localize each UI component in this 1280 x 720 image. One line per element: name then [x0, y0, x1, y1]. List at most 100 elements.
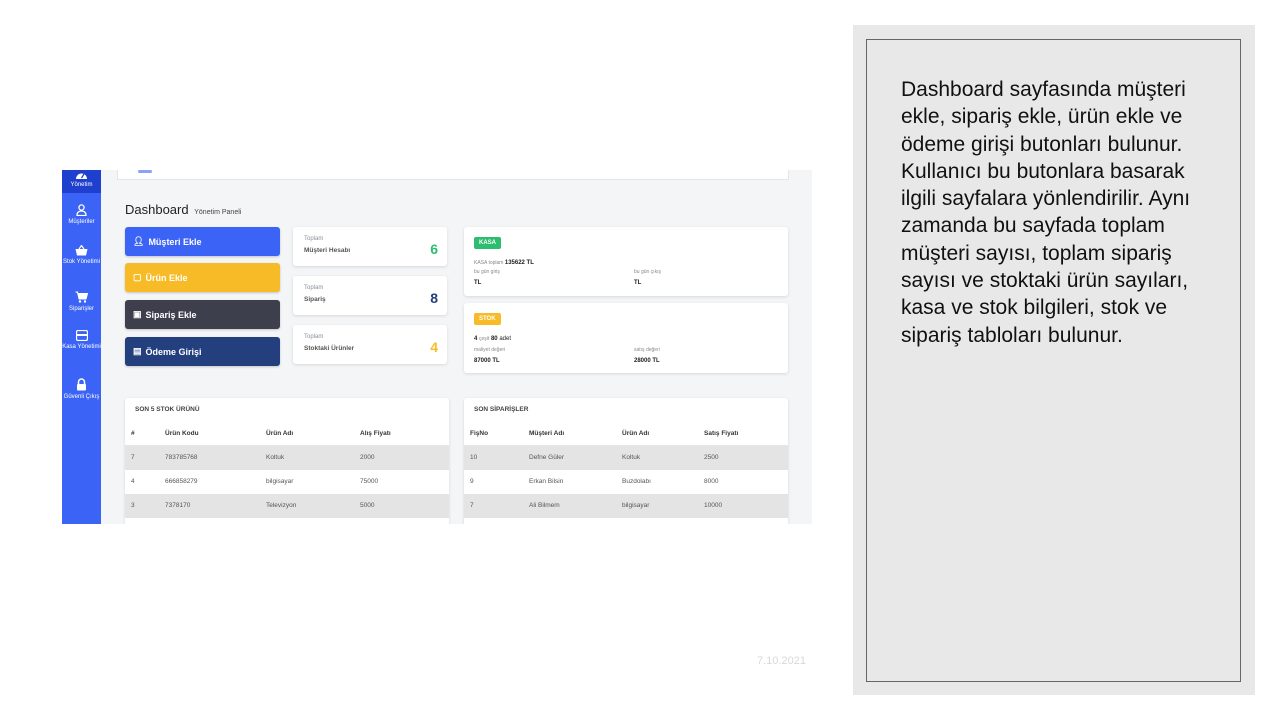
add-product-button[interactable]: ▢ Ürün Ekle — [125, 263, 280, 292]
sidebar-item-siparisler[interactable]: Siparişler — [62, 291, 101, 313]
table-cell: 9 — [470, 478, 474, 485]
table-cell: Buzdolabı — [622, 478, 651, 485]
sidebar-item-label: Siparişler — [68, 306, 94, 312]
table-row[interactable]: 7 Ali Bilmem bilgisayar 10000 — [464, 494, 788, 518]
column-header: Alış Fiyatı — [360, 430, 391, 437]
sidebar-item-label: Müşteriler — [68, 219, 95, 225]
table-cell: Defne Güler — [529, 454, 565, 461]
stat-card-customers: Toplam Müşteri Hesabı 6 — [293, 227, 447, 266]
table-cell: 3 — [131, 502, 135, 509]
kasa-total: 135622 TL — [504, 260, 534, 266]
top-navbar — [117, 170, 789, 180]
column-header: # — [131, 430, 135, 437]
orders-table-title: SON SİPARİŞLER — [474, 406, 529, 413]
orders-table: SON SİPARİŞLER FişNo Müşteri Adı Ürün Ad… — [464, 398, 788, 524]
stat-title: Stoktaki Ürünler — [304, 345, 355, 352]
page-title-text: Dashboard — [125, 202, 189, 217]
menu-toggle-icon[interactable] — [138, 170, 152, 173]
stok-card: STOK 4 çeşit 80 adet maliyet değeri 8700… — [464, 303, 788, 373]
basket-icon: ▢ — [133, 272, 142, 282]
stat-value: 6 — [430, 241, 438, 257]
sidebar-item-yonetim[interactable]: Yönetim — [62, 170, 101, 193]
table-row[interactable]: 3 7378170 Televizyon 5000 — [125, 494, 449, 518]
table-header-row: FişNo Müşteri Adı Ürün Adı Satış Fiyatı — [464, 422, 788, 446]
sidebar-item-musteriler[interactable]: Müşteriler — [62, 204, 101, 226]
stok-count-mid: çeşit — [479, 336, 490, 342]
sidebar-item-label: Güvenli Çıkış — [63, 394, 100, 400]
column-header: Müşteri Adı — [529, 430, 565, 437]
stok-sale-value: 28000 TL — [634, 358, 660, 364]
sidebar-item-label: Yönetim — [70, 182, 93, 188]
sidebar-item-label: Kasa Yönetimi — [62, 344, 101, 350]
stok-qty: 80 — [490, 336, 498, 342]
table-cell: 2000 — [360, 454, 375, 461]
slide-date: 7.10.2021 — [757, 655, 806, 667]
table-cell: Erkan Bilsin — [529, 478, 564, 485]
cart-icon: ▣ — [133, 309, 142, 319]
kasa-card: KASA KASA toplam 135622 TL bu gün giriş … — [464, 227, 788, 296]
table-cell: bilgisayar — [266, 478, 294, 485]
lock-icon — [77, 378, 86, 391]
table-row[interactable]: 10 Defne Güler Koltuk 2500 — [464, 446, 788, 470]
add-customer-button[interactable]: 👤︎ Müşteri Ekle — [125, 227, 280, 256]
table-cell: 666858279 — [165, 478, 198, 485]
stok-sale-label: satış değeri — [634, 347, 660, 353]
stat-label: Toplam — [304, 285, 324, 291]
column-header: FişNo — [470, 430, 489, 437]
kasa-total-line: KASA toplam 135622 TL — [474, 260, 534, 266]
stok-count-line: 4 çeşit 80 adet — [474, 336, 511, 342]
stok-qty-unit: adet — [499, 336, 512, 342]
table-cell: 10 — [470, 454, 478, 461]
wallet-icon — [75, 330, 88, 341]
column-header: Satış Fiyatı — [704, 430, 739, 437]
table-row[interactable]: 4 666858279 bilgisayar 75000 — [125, 470, 449, 494]
payment-entry-button[interactable]: ▤ Ödeme Girişi — [125, 337, 280, 366]
table-cell: Koltuk — [622, 454, 641, 461]
stat-card-stock: Toplam Stoktaki Ürünler 4 — [293, 325, 447, 364]
kasa-in-label: bu gün giriş — [474, 269, 500, 275]
add-product-label: Ürün Ekle — [145, 272, 188, 283]
payment-entry-label: Ödeme Girişi — [145, 346, 202, 357]
table-cell: 7378170 — [165, 502, 191, 509]
sidebar-item-label: Stok Yönetimi — [63, 259, 100, 265]
dashboard-icon — [76, 173, 87, 179]
sidebar-item-stok[interactable]: Stok Yönetimi — [62, 245, 101, 266]
table-cell: 75000 — [360, 478, 379, 485]
stok-cost-label: maliyet değeri — [474, 347, 506, 353]
stock-table: SON 5 STOK ÜRÜNÜ # Ürün Kodu Ürün Adı Al… — [125, 398, 449, 524]
stok-cost-value: 87000 TL — [474, 358, 500, 364]
sidebar-item-kasa[interactable]: Kasa Yönetimi — [62, 330, 101, 351]
sidebar: Yönetim Müşteriler Stok Yönetimi Sipariş… — [62, 170, 101, 524]
kasa-in-value: TL — [474, 280, 482, 286]
cart-icon — [75, 291, 88, 303]
table-cell: 7 — [131, 454, 135, 461]
wallet-icon: ▤ — [133, 346, 142, 356]
note-text: Dashboard sayfasında müşteri ekle, sipar… — [901, 78, 1191, 347]
user-plus-icon: 👤︎ — [133, 236, 145, 246]
table-cell: 5000 — [360, 502, 375, 509]
table-cell: 10000 — [704, 502, 723, 509]
stok-count: 4 — [474, 336, 478, 342]
table-row[interactable]: 7 783785768 Koltuk 2000 — [125, 446, 449, 470]
stat-value: 4 — [430, 339, 438, 355]
stok-badge: STOK — [474, 313, 501, 325]
stat-label: Toplam — [304, 236, 324, 242]
sidebar-item-cikis[interactable]: Güvenli Çıkış — [62, 378, 101, 401]
kasa-badge: KASA — [474, 237, 502, 249]
table-cell: 8000 — [704, 478, 719, 485]
table-row[interactable]: 9 Erkan Bilsin Buzdolabı 8000 — [464, 470, 788, 494]
user-icon — [76, 204, 87, 216]
column-header: Ürün Adı — [266, 430, 294, 437]
basket-icon — [75, 245, 88, 256]
kasa-total-prefix: KASA toplam — [474, 260, 504, 266]
table-cell: Ali Bilmem — [529, 502, 560, 509]
kasa-out-label: bu gün çıkış — [634, 269, 661, 275]
stat-card-orders: Toplam Sipariş 8 — [293, 276, 447, 315]
table-cell: 4 — [131, 478, 135, 485]
add-order-button[interactable]: ▣ Sipariş Ekle — [125, 300, 280, 329]
table-cell: Koltuk — [266, 454, 285, 461]
table-cell: 2500 — [704, 454, 719, 461]
stock-table-title: SON 5 STOK ÜRÜNÜ — [135, 406, 200, 413]
stat-value: 8 — [430, 290, 438, 306]
table-cell: Televizyon — [266, 502, 297, 509]
